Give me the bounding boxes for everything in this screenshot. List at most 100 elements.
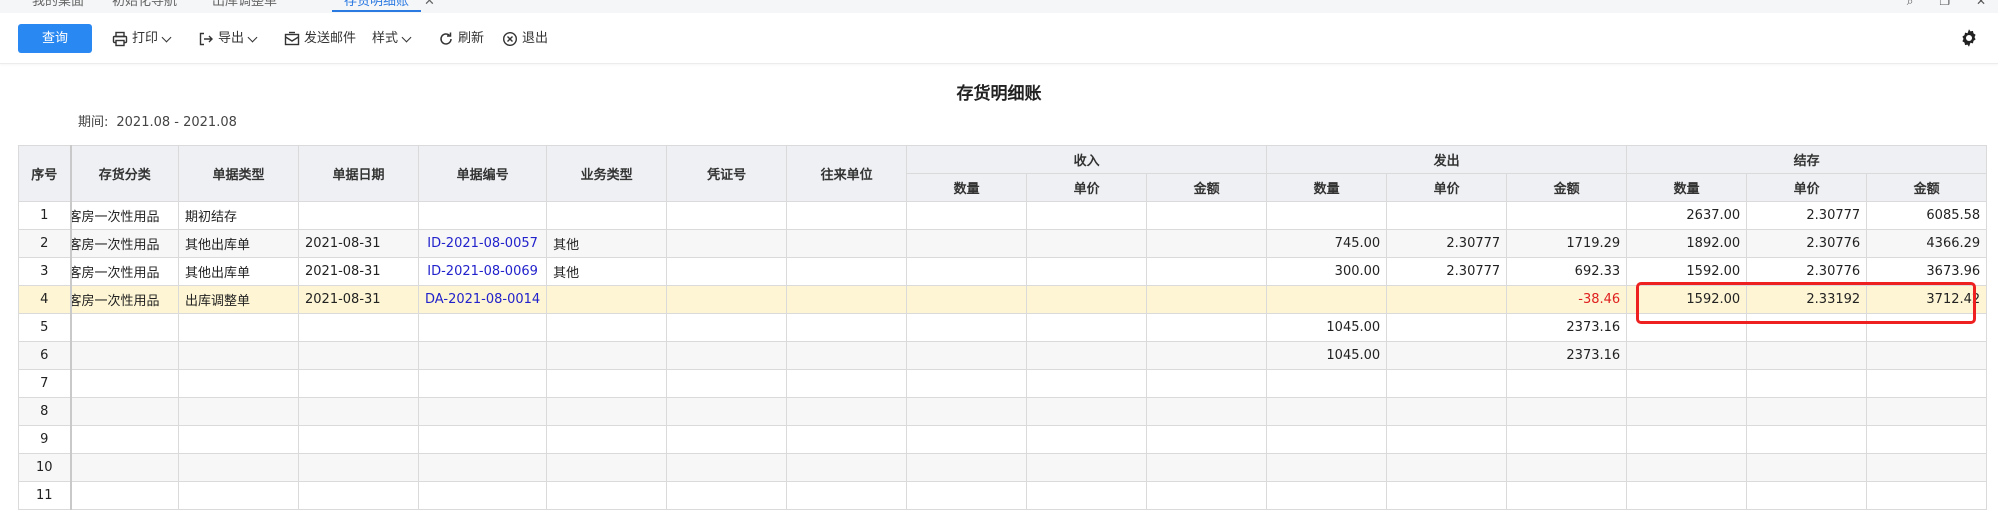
col-in-amount: 金额 [1146,173,1268,202]
col-out-amount: 金额 [1506,173,1628,202]
cell-out-amt [1506,201,1628,230]
cell-partner [786,425,908,454]
cell-biz-type [546,285,668,314]
chevron-down-icon [401,32,412,42]
cell-out-qty [1266,397,1388,426]
col-in-price: 单价 [1026,173,1148,202]
cell-bal-amt [1866,481,1988,510]
cell-voucher [666,453,788,482]
cell-in-price [1026,369,1148,398]
export-button[interactable]: 导出 [198,29,258,49]
cell-in-qty [906,397,1028,426]
table-row[interactable]: 6 1045.00 2373.16 [18,341,1988,370]
settings-button[interactable] [1958,27,1980,53]
cell-in-qty [906,229,1028,258]
cell-doc-no[interactable]: ID-2021-08-0069 [417,257,548,286]
cell-out-amt: 2373.16 [1506,341,1628,370]
cell-in-amt [1146,257,1268,286]
cell-out-amt: -38.46 [1506,285,1628,314]
style-label: 样式 [372,31,399,46]
cell-doc-no [417,313,548,342]
cell-doc-date [298,481,419,510]
send-mail-button[interactable]: 发送邮件 [284,29,356,49]
cell-partner [786,369,908,398]
table-row[interactable]: 2 客房一次性用品 其他出库单 2021-08-31 ID-2021-08-0057 其他… [18,229,1988,258]
cell-seq: 2 [18,229,72,258]
col-group-outgo: 发出 [1266,145,1628,174]
ledger-table: 序号 存货分类 单据类型 单据日期 单据编号 业务类型 凭证号 往来单位 收入 … [18,145,1988,510]
cell-doc-date [298,397,419,426]
tab-init-nav[interactable]: 初始化导航 [112,0,177,12]
cell-doc-type: 其他出库单 [178,229,299,258]
cell-partner [786,201,908,230]
cell-bal-price [1746,425,1868,454]
cell-out-price [1386,453,1508,482]
cell-category [70,397,179,426]
cell-doc-no[interactable]: ID-2021-08-0057 [417,229,548,258]
cell-seq: 8 [18,397,72,426]
col-bal-price: 单价 [1746,173,1868,202]
cell-bal-price: 2.30776 [1746,229,1868,258]
chevron-down-icon [161,32,172,42]
table-row[interactable]: 9 [18,425,1988,454]
cell-biz-type [546,397,668,426]
cell-partner [786,341,908,370]
cell-doc-date [298,453,419,482]
cell-in-price [1026,257,1148,286]
window-icon[interactable]: ❐ [1939,0,1950,8]
search-icon[interactable]: ⌕ [1907,0,1914,8]
cell-bal-price [1746,453,1868,482]
cell-seq: 9 [18,425,72,454]
col-in-qty: 数量 [906,173,1028,202]
table-row[interactable]: 11 [18,481,1988,510]
cell-category [70,425,179,454]
ledger-body: 1 客房一次性用品 期初结存 2637.00 2.30777 6085.58 2 客房一次性用… [18,201,1988,510]
tab-strip: 我的桌面 初始化导航 出库调整单 存货明细账 ✕ ⌕ ❐ ✕ [0,0,1998,13]
cell-biz-type [546,481,668,510]
cell-in-qty [906,425,1028,454]
cell-voucher [666,397,788,426]
col-partner: 往来单位 [786,145,908,202]
cell-category: 客房一次性用品 [70,257,179,286]
table-row[interactable]: 1 客房一次性用品 期初结存 2637.00 2.30777 6085.58 [18,201,1988,230]
tab-label: 存货明细账 [344,0,410,9]
cell-voucher [666,201,788,230]
cell-category [70,481,179,510]
send-mail-label: 发送邮件 [304,31,357,46]
cell-out-price [1386,425,1508,454]
tab-outbound-adjust[interactable]: 出库调整单 [212,0,277,12]
tab-inventory-ledger[interactable]: 存货明细账 [332,0,422,12]
col-doc-date: 单据日期 [298,145,419,202]
style-button[interactable]: 样式 [372,29,412,49]
cell-category [70,369,179,398]
cell-in-amt [1146,369,1268,398]
report-title: 存货明细账 [956,84,1042,104]
cell-voucher [666,425,788,454]
cell-seq: 6 [18,341,72,370]
cell-bal-qty [1626,481,1748,510]
print-button[interactable]: 打印 [112,29,172,49]
cell-out-price [1386,201,1508,230]
table-row[interactable]: 10 [18,453,1988,482]
cell-in-qty [906,201,1028,230]
table-row[interactable]: 7 [18,369,1988,398]
cell-doc-date: 2021-08-31 [298,285,419,314]
cell-doc-no[interactable]: DA-2021-08-0014 [417,285,548,314]
close-icon[interactable]: ✕ [424,0,435,9]
tab-my-desktop[interactable]: 我的桌面 [32,0,84,12]
refresh-button[interactable]: 刷新 [438,29,484,49]
table-row[interactable]: 8 [18,397,1988,426]
cell-in-amt [1146,341,1268,370]
cell-out-price [1386,313,1508,342]
col-doc-type: 单据类型 [178,145,299,202]
cell-biz-type: 其他 [546,229,668,258]
close-icon[interactable]: ✕ [1976,0,1986,8]
cell-out-price [1386,397,1508,426]
export-icon [199,32,213,46]
cell-bal-qty [1626,369,1748,398]
exit-button[interactable]: 退出 [502,29,548,49]
query-button[interactable]: 查询 [18,24,92,53]
cell-bal-amt [1866,425,1988,454]
cell-category: 客房一次性用品 [70,285,179,314]
cell-doc-date [298,313,419,342]
